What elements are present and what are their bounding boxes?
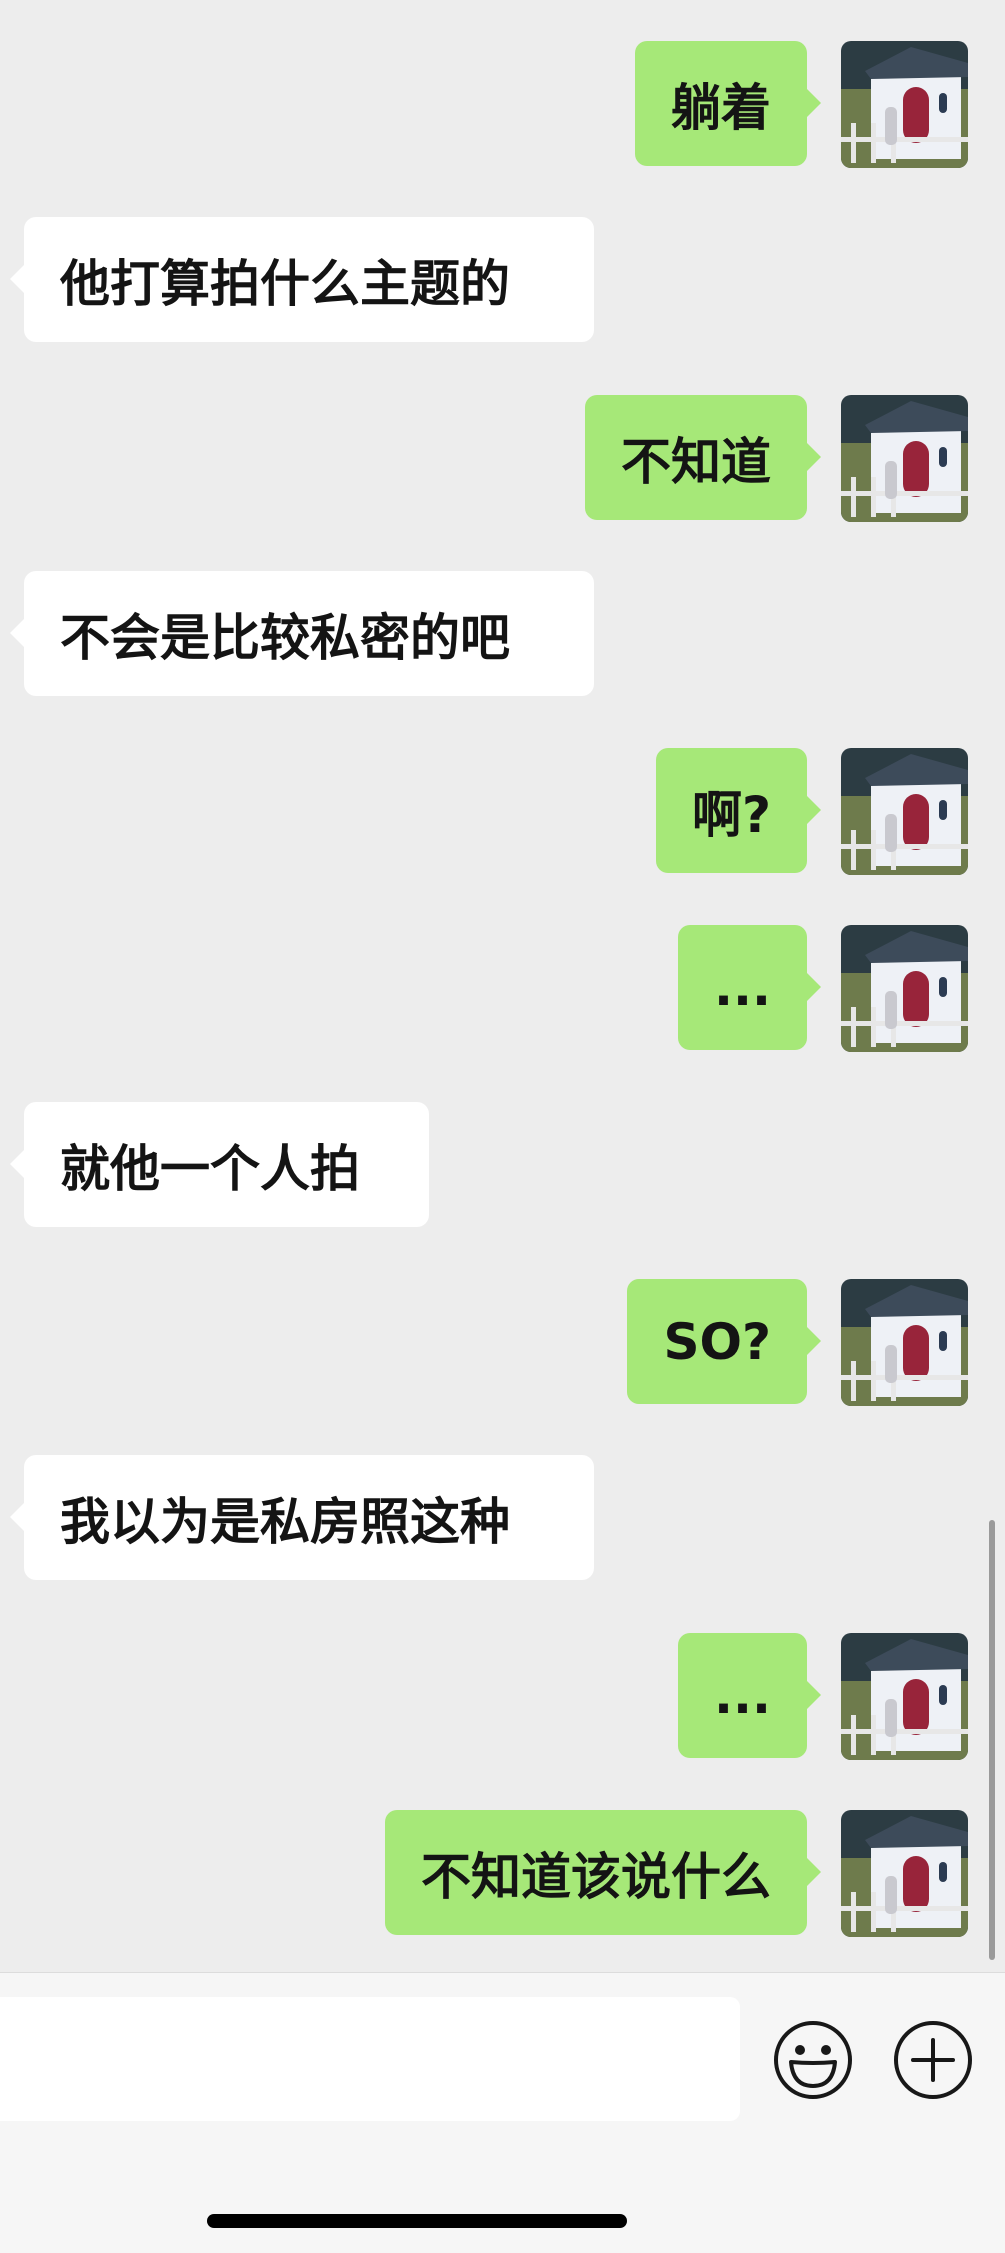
user-avatar[interactable] <box>841 41 968 168</box>
message-input-bar <box>0 1972 1005 2253</box>
sent-message-bubble[interactable]: ... <box>678 925 821 1050</box>
chat-scrollbar[interactable] <box>989 1520 995 1960</box>
home-indicator[interactable] <box>207 2214 627 2228</box>
message-row: 他打算拍什么主题的 <box>0 217 1005 344</box>
user-avatar[interactable] <box>841 1279 968 1406</box>
user-avatar[interactable] <box>841 1633 968 1760</box>
message-row: 躺着 <box>0 41 1005 168</box>
sent-message-bubble[interactable]: 躺着 <box>635 41 821 166</box>
received-message-bubble[interactable]: 我以为是私房照这种 <box>10 1455 594 1580</box>
message-row: SO? <box>0 1279 1005 1406</box>
message-row: ... <box>0 1633 1005 1760</box>
message-row: ... <box>0 925 1005 1052</box>
user-avatar[interactable] <box>841 395 968 522</box>
user-avatar[interactable] <box>841 1810 968 1937</box>
received-message-bubble[interactable]: 他打算拍什么主题的 <box>10 217 594 342</box>
more-options-button[interactable] <box>893 2020 973 2100</box>
user-avatar[interactable] <box>841 925 968 1052</box>
emoji-button[interactable] <box>773 2020 853 2100</box>
message-row: 不会是比较私密的吧 <box>0 571 1005 698</box>
chat-message-list[interactable]: 躺着 他打算拍什么主题的 不知道 不会是比较私密的吧 啊? ... 就他一个人拍… <box>0 0 1005 1972</box>
message-row: 就他一个人拍 <box>0 1102 1005 1229</box>
sent-message-bubble[interactable]: 不知道 <box>585 395 821 520</box>
message-row: 我以为是私房照这种 <box>0 1455 1005 1582</box>
plus-circle-icon <box>894 2021 972 2099</box>
sent-message-bubble[interactable]: SO? <box>627 1279 821 1404</box>
sent-message-bubble[interactable]: 不知道该说什么 <box>385 1810 821 1935</box>
message-text-input[interactable] <box>0 1997 740 2121</box>
message-row: 啊? <box>0 748 1005 875</box>
message-row: 不知道 <box>0 395 1005 522</box>
sent-message-bubble[interactable]: ... <box>678 1633 821 1758</box>
received-message-bubble[interactable]: 不会是比较私密的吧 <box>10 571 594 696</box>
smiley-face-icon <box>774 2021 852 2099</box>
message-row: 不知道该说什么 <box>0 1810 1005 1937</box>
sent-message-bubble[interactable]: 啊? <box>655 748 822 873</box>
user-avatar[interactable] <box>841 748 968 875</box>
received-message-bubble[interactable]: 就他一个人拍 <box>10 1102 429 1227</box>
